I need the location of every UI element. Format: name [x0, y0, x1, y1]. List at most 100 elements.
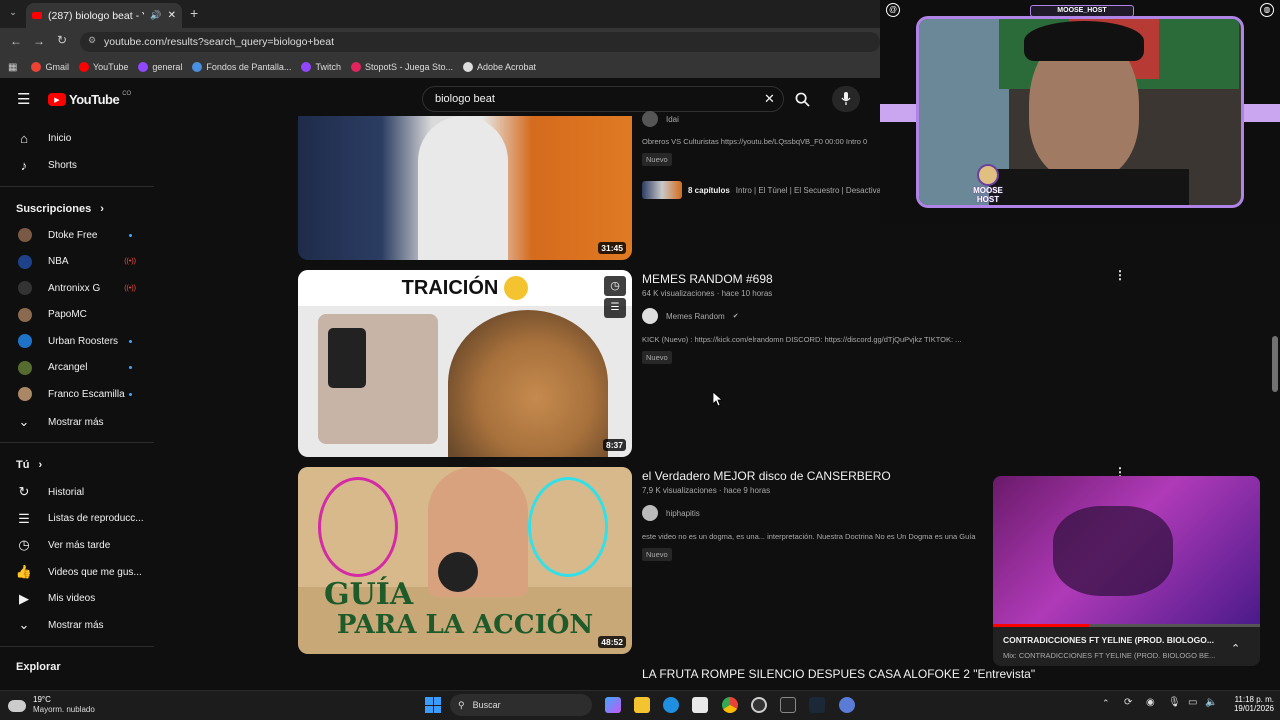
chapters-row[interactable]: 8 capítulos Intro | El Túnel | El Secues… — [642, 180, 882, 200]
video-thumbnail[interactable]: GUÍA PARA LA ACCIÓN 48:52 — [298, 467, 632, 654]
site-info-icon[interactable]: ⚙ — [88, 35, 96, 46]
sidebar-subscription[interactable]: Dtoke Free — [0, 222, 154, 248]
taskbar-clock[interactable]: 11:18 p. m. 19/01/2026 — [1222, 695, 1274, 713]
watch-later-icon[interactable]: ◷ — [604, 276, 626, 296]
sidebar-item-you[interactable]: ▶ Mis videos — [0, 586, 154, 612]
mini-player-progress-track[interactable] — [993, 624, 1260, 627]
tray-network-icon[interactable]: ▭ — [1188, 697, 1197, 708]
browser-tab[interactable]: (287) biologo beat - YouTube 🔊 ✕ — [26, 3, 182, 28]
video-duration: 31:45 — [598, 242, 626, 254]
sidebar-item-label: NBA — [48, 256, 69, 267]
thumbnail-dog — [448, 310, 608, 457]
sidebar-item-shorts[interactable]: ♪ Shorts — [0, 152, 154, 178]
sidebar-subscription[interactable]: Antronixx G ((•)) — [0, 275, 154, 301]
settings-app-icon[interactable] — [839, 697, 855, 713]
terminal-icon[interactable] — [780, 697, 796, 713]
mini-player-progress-fill — [993, 624, 1090, 627]
search-input[interactable]: biologo beat — [422, 86, 784, 112]
video-thumbnail[interactable]: TRAICIÓN ◷ ☰ 8:37 — [298, 270, 632, 457]
browser-tab-bar: ⌄ (287) biologo beat - YouTube 🔊 ✕ + — [0, 0, 880, 28]
video-title[interactable]: LA FRUTA ROMPE SILENCIO DESPUES CASA ALO… — [642, 667, 1072, 681]
thumbnail-caption: GUÍA PARA LA ACCIÓN — [298, 579, 632, 640]
youtube-logo[interactable]: ▶ YouTube CO — [48, 91, 131, 107]
tray-volume-icon[interactable]: 🔈 — [1205, 697, 1217, 708]
weather-widget[interactable] — [8, 695, 30, 715]
sidebar-item-you[interactable]: 👍 Videos que me gus... — [0, 559, 154, 585]
url-bar[interactable]: ⚙ youtube.com/results?search_query=biolo… — [80, 32, 880, 52]
scrollbar-thumb[interactable] — [1272, 336, 1278, 392]
mini-player-title[interactable]: CONTRADICCIONES FT YELINE (PROD. BIOLOGO… — [1003, 635, 1229, 645]
video-thumbnail[interactable]: 31:45 — [298, 116, 632, 260]
chrome-icon[interactable] — [722, 697, 738, 713]
steam-icon[interactable] — [809, 697, 825, 713]
store-icon[interactable] — [692, 697, 708, 713]
tray-discord-icon[interactable]: ◉ — [1146, 697, 1155, 708]
bookmark-label: Twitch — [315, 62, 341, 72]
bookmark-item[interactable]: Gmail — [31, 62, 69, 72]
mouse-cursor-icon — [713, 392, 723, 407]
sidebar-subscription[interactable]: Arcangel — [0, 355, 154, 381]
channel-avatar — [18, 334, 32, 348]
sidebar-item-you[interactable]: ☰ Listas de reproducc... — [0, 506, 154, 532]
menu-icon[interactable]: ☰ — [17, 90, 30, 108]
bookmark-item[interactable]: StopotS - Juega Sto... — [350, 62, 454, 72]
copilot-icon[interactable] — [605, 697, 621, 713]
overlay-right-icon: ◍ — [1260, 3, 1274, 17]
tray-chevron-icon[interactable]: ⌃ — [1102, 698, 1110, 709]
forward-icon[interactable]: → — [33, 34, 45, 48]
bookmark-favicon-icon — [350, 62, 361, 72]
search-button[interactable] — [790, 88, 814, 110]
tray-sync-icon[interactable]: ⟳ — [1124, 697, 1132, 708]
bookmark-item[interactable]: Fondos de Pantalla... — [192, 62, 291, 72]
search-icon: ⚲ — [458, 699, 465, 710]
expand-queue-icon[interactable]: ⌃ — [1231, 642, 1240, 655]
subscriptions-title: Suscripciones — [16, 203, 92, 215]
subscriptions-header[interactable]: Suscripciones › — [16, 203, 104, 215]
clear-search-icon[interactable]: ✕ — [764, 91, 775, 107]
new-tab-icon[interactable]: + — [190, 5, 198, 21]
back-icon[interactable]: ← — [10, 34, 22, 48]
video-title[interactable]: el Verdadero MEJOR disco de CANSERBERO — [642, 469, 891, 483]
sidebar-subscription[interactable]: PapoMC — [0, 302, 154, 328]
sidebar-item-inicio[interactable]: ⌂ Inicio — [0, 125, 154, 151]
sidebar-subscription[interactable]: Franco Escamilla — [0, 381, 154, 407]
video-duration: 8:37 — [602, 439, 626, 451]
bookmark-item[interactable]: Adobe Acrobat — [463, 62, 536, 72]
tray-mic-icon[interactable]: 🎙 — [1168, 697, 1181, 708]
sidebar-item-you[interactable]: ↻ Historial — [0, 479, 154, 505]
sidebar-subscription[interactable]: NBA ((•)) — [0, 249, 154, 275]
more-actions-icon[interactable]: ⋮ — [1114, 268, 1126, 282]
sidebar-item-you[interactable]: ◷ Ver más tarde — [0, 532, 154, 558]
channel-name: Idai — [666, 114, 679, 124]
tab-close-icon[interactable]: ✕ — [168, 10, 176, 21]
bookmark-item[interactable]: general — [138, 62, 182, 72]
audio-icon[interactable]: 🔊 — [150, 10, 161, 21]
windows-start-icon[interactable] — [425, 697, 441, 713]
bookmark-item[interactable]: YouTube — [78, 62, 128, 72]
apps-icon[interactable]: ▦ — [8, 62, 17, 73]
you-header[interactable]: Tú › — [16, 459, 42, 471]
edge-icon[interactable] — [663, 697, 679, 713]
voice-search-button[interactable] — [832, 86, 860, 112]
obs-icon[interactable] — [751, 697, 767, 713]
bookmark-item[interactable]: Twitch — [301, 62, 341, 72]
channel-link[interactable]: hiphapitis — [642, 505, 700, 521]
channel-name: Memes Random — [666, 311, 725, 321]
sidebar-show-more-you[interactable]: ⌄ Mostrar más — [0, 612, 154, 638]
reload-icon[interactable]: ↻ — [57, 33, 67, 47]
video-title[interactable]: MEMES RANDOM #698 — [642, 272, 773, 286]
tab-search-icon[interactable]: ⌄ — [6, 7, 20, 21]
streamer-logo-text: MOOSE HOST — [973, 186, 1003, 204]
sidebar-subscription[interactable]: Urban Roosters — [0, 328, 154, 354]
channel-link[interactable]: Idai — [642, 111, 679, 127]
weather-temp: 19°C — [33, 695, 51, 704]
bookmark-label: StopotS - Juega Sto... — [364, 62, 454, 72]
add-to-queue-icon[interactable]: ☰ — [604, 298, 626, 318]
channel-link[interactable]: Memes Random ✔ — [642, 308, 739, 324]
thumb-up-icon: 👍 — [15, 564, 33, 580]
new-badge: Nuevo — [642, 153, 672, 166]
mini-player[interactable]: CONTRADICCIONES FT YELINE (PROD. BIOLOGO… — [993, 476, 1260, 666]
sidebar-show-more-subs[interactable]: ⌄ Mostrar más — [0, 409, 154, 435]
taskbar-search[interactable]: ⚲ Buscar — [450, 694, 592, 716]
file-explorer-icon[interactable] — [634, 697, 650, 713]
